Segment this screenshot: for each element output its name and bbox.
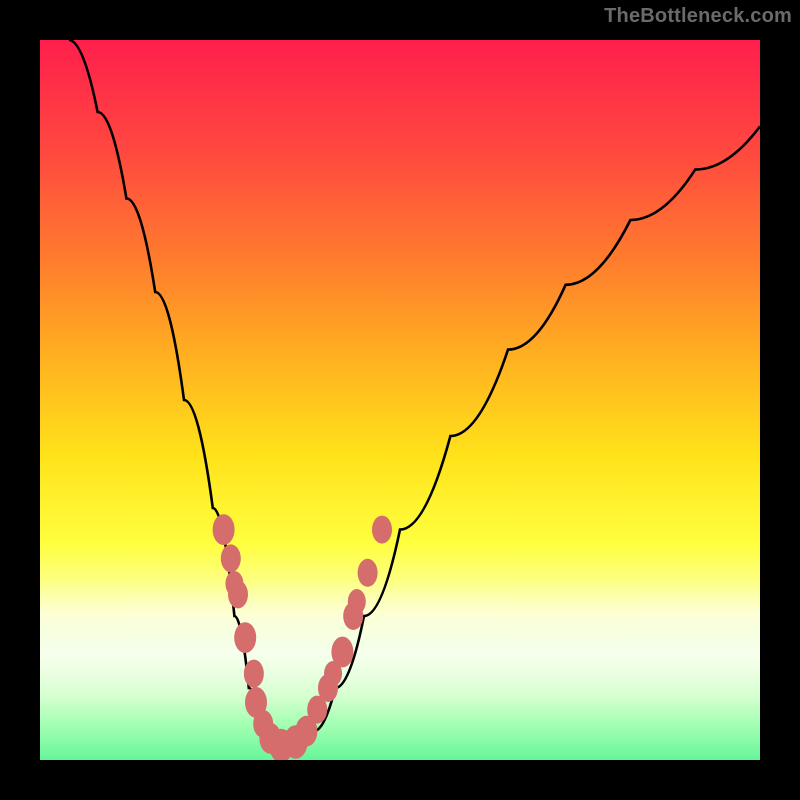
curve-marker [358, 559, 378, 587]
curve-marker [225, 571, 243, 596]
curve-marker [372, 516, 392, 544]
chart-stage: TheBottleneck.com [0, 0, 800, 800]
curve-marker [213, 514, 235, 545]
plot-area [40, 40, 760, 760]
curve-marker [221, 544, 241, 572]
curve-marker [331, 637, 353, 668]
curve-layer [40, 40, 760, 760]
marker-group [213, 514, 392, 760]
curve-marker [348, 589, 366, 614]
curve-marker [244, 660, 264, 688]
attribution-text: TheBottleneck.com [604, 6, 792, 26]
curve-marker [234, 622, 256, 653]
v-curve [69, 40, 760, 753]
